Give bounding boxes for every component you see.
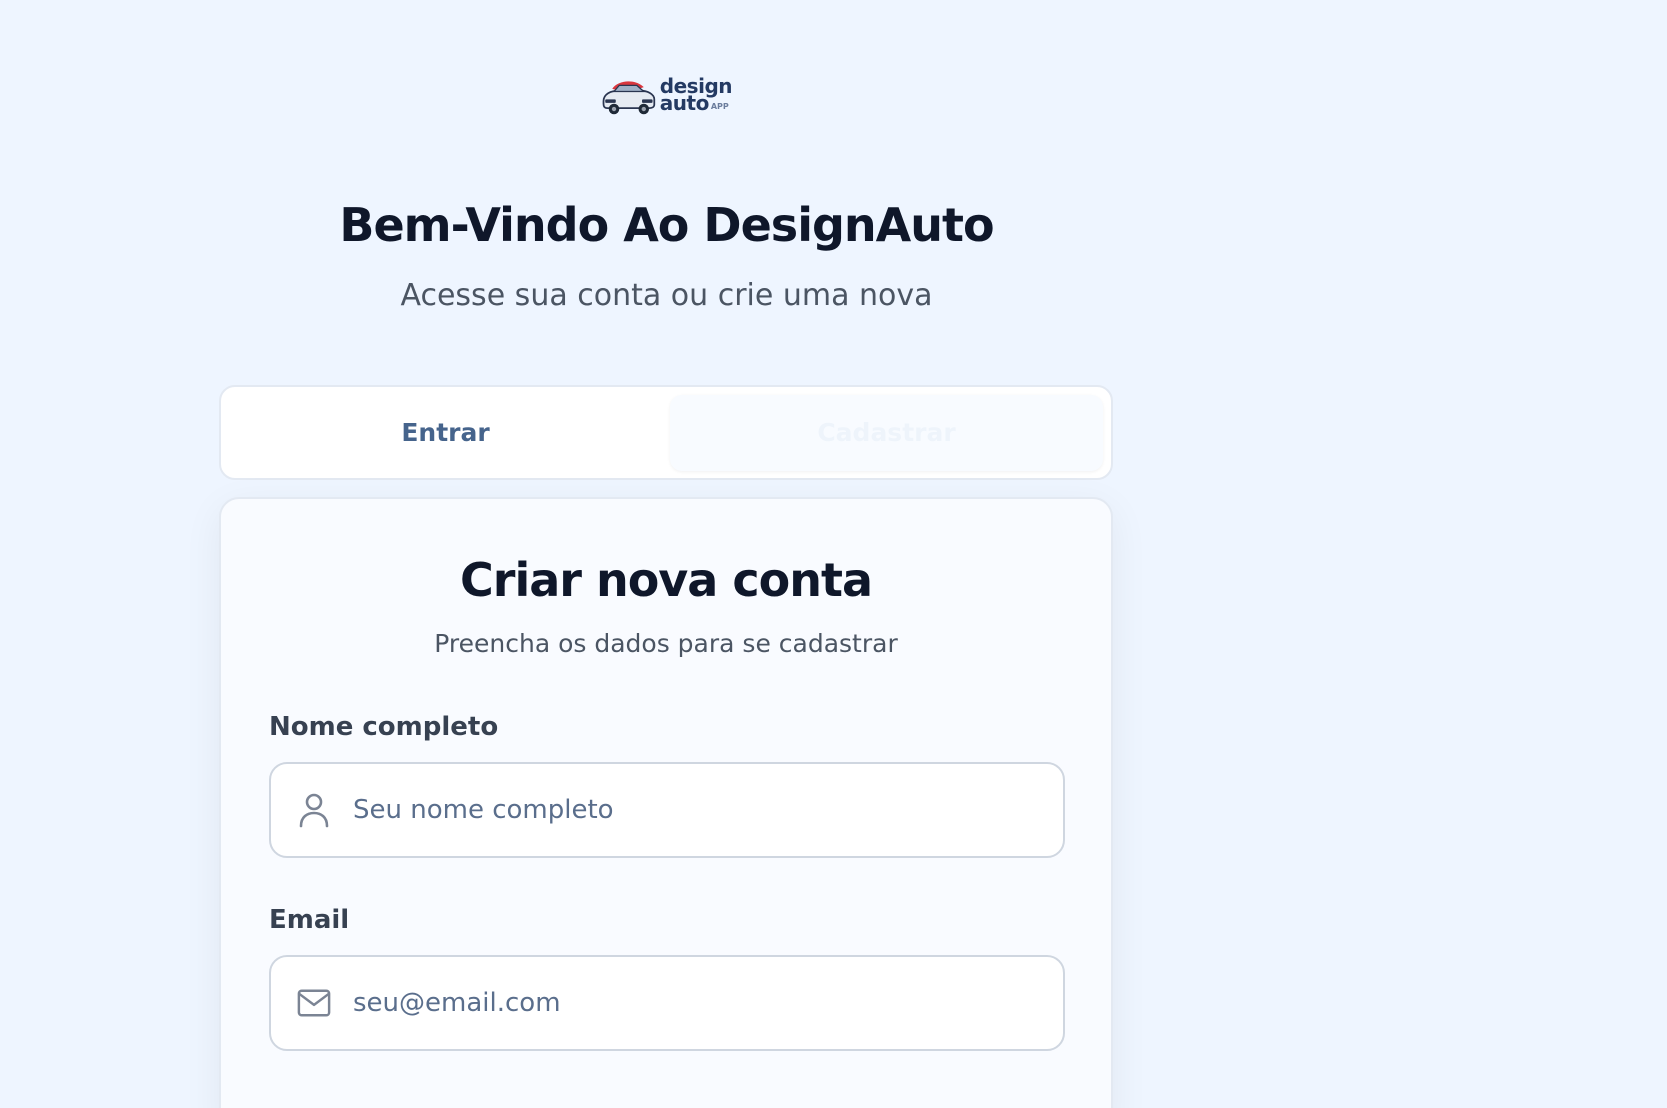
brand-logo: design auto APP (600, 70, 733, 120)
car-logo-icon (602, 81, 656, 115)
register-subtitle: Preencha os dados para se cadastrar (434, 629, 898, 658)
email-label: Email (269, 905, 350, 935)
email-field[interactable] (269, 955, 1065, 1051)
mail-icon (297, 984, 331, 1022)
user-icon (297, 791, 331, 829)
page-title: Bem-Vindo Ao DesignAuto (339, 198, 994, 252)
logo-row: auto APP (659, 91, 732, 115)
full-name-field[interactable] (269, 762, 1065, 858)
auth-tabs: Entrar Cadastrar (219, 385, 1113, 480)
logo-suffix-app: APP (710, 102, 729, 111)
auth-page: design auto APP Bem-Vindo Ao DesignAuto … (0, 0, 1667, 1108)
full-name-input[interactable] (353, 795, 1063, 825)
full-name-label: Nome completo (269, 712, 499, 742)
register-card: Criar nova conta Preencha os dados para … (219, 497, 1113, 1108)
email-input[interactable] (353, 988, 1063, 1018)
tab-register[interactable]: Cadastrar (670, 394, 1103, 471)
logo-word-auto: auto (659, 91, 710, 115)
tab-login[interactable]: Entrar (229, 395, 662, 471)
register-title: Criar nova conta (460, 553, 873, 607)
page-subtitle: Acesse sua conta ou crie uma nova (400, 278, 933, 313)
logo-wordmark: design auto APP (659, 76, 733, 115)
